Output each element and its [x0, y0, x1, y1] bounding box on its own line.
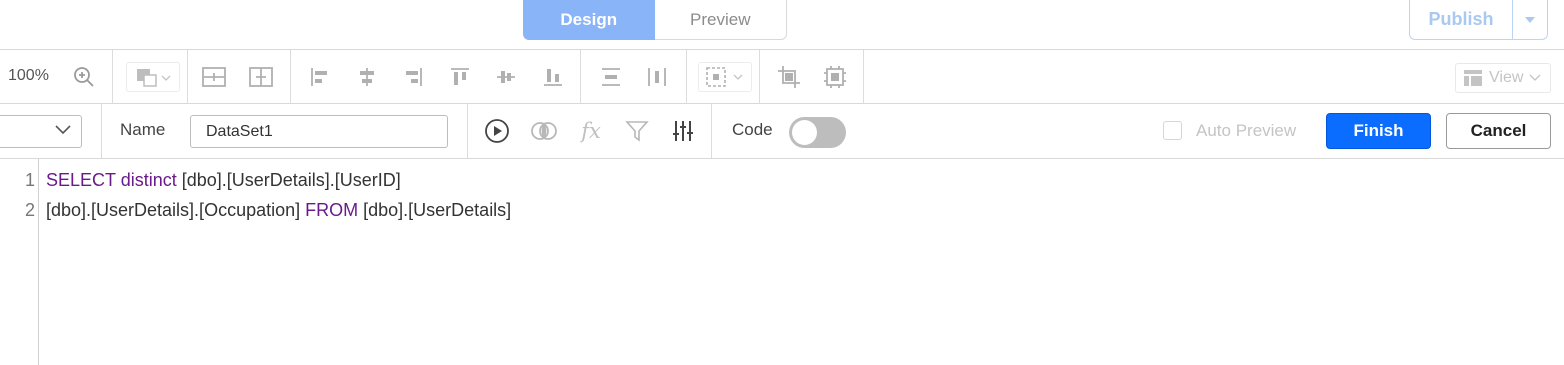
name-label: Name — [120, 120, 166, 139]
mode-tabs: Design Preview — [523, 0, 787, 40]
align-left-icon[interactable] — [307, 64, 333, 90]
align-right-icon[interactable] — [400, 64, 426, 90]
tab-preview[interactable]: Preview — [654, 0, 787, 40]
merge-vertical-icon[interactable] — [201, 64, 227, 90]
sql-text: [dbo].[UserDetails].[Occupation] — [46, 200, 306, 220]
dataset-name-input[interactable] — [190, 115, 448, 148]
zoom-level: 100% — [8, 67, 49, 84]
publish-dropdown-button[interactable] — [1513, 0, 1547, 39]
auto-preview-label: Auto Preview — [1196, 121, 1297, 140]
parameters-icon[interactable] — [670, 118, 696, 144]
view-label: View — [1489, 69, 1524, 86]
selection-dropdown[interactable] — [698, 62, 752, 92]
fill-color-dropdown[interactable] — [126, 62, 180, 92]
view-dropdown[interactable]: View — [1455, 63, 1551, 93]
tab-design[interactable]: Design — [523, 0, 655, 40]
distribute-vertical-icon[interactable] — [598, 64, 624, 90]
sql-text: [dbo].[UserDetails] — [358, 200, 512, 220]
align-middle-icon[interactable] — [493, 64, 519, 90]
line-number: 1 — [24, 170, 35, 190]
line-number: 2 — [24, 200, 35, 220]
merge-horizontal-icon[interactable] — [248, 64, 274, 90]
code-line-2[interactable]: [dbo].[UserDetails].[Occupation] FROM [d… — [46, 200, 511, 221]
code-toggle[interactable] — [789, 117, 846, 148]
join-icon[interactable] — [529, 118, 559, 144]
chevron-down-icon — [1529, 74, 1541, 81]
fit-to-frame-icon[interactable] — [822, 64, 848, 90]
align-bottom-icon[interactable] — [540, 64, 566, 90]
filter-icon[interactable] — [624, 118, 650, 144]
align-center-icon[interactable] — [354, 64, 380, 90]
layout-icon — [1464, 70, 1482, 86]
datasource-select[interactable] — [0, 115, 82, 148]
crop-icon[interactable] — [776, 64, 802, 90]
toggle-knob — [792, 120, 817, 145]
align-top-icon[interactable] — [447, 64, 473, 90]
auto-preview-checkbox[interactable] — [1163, 121, 1182, 140]
caret-down-icon — [1525, 16, 1535, 23]
sql-text: [dbo].[UserDetails].[UserID] — [176, 170, 401, 190]
designer-toolbar: 100% View — [0, 49, 1564, 104]
distribute-horizontal-icon[interactable] — [644, 64, 670, 90]
chevron-down-icon — [55, 125, 71, 135]
editor-gutter-divider — [38, 159, 39, 365]
sql-keyword: FROM — [305, 200, 359, 220]
finish-button[interactable]: Finish — [1326, 113, 1431, 149]
function-icon[interactable]: fx — [578, 118, 604, 144]
cancel-button[interactable]: Cancel — [1446, 113, 1551, 149]
code-line-1[interactable]: SELECT distinct [dbo].[UserDetails].[Use… — [46, 170, 401, 191]
publish-button-group: Publish — [1409, 0, 1548, 40]
publish-button[interactable]: Publish — [1410, 0, 1513, 39]
fill-color-icon — [137, 69, 171, 87]
sql-keyword: SELECT distinct — [46, 170, 177, 190]
run-query-icon[interactable] — [484, 118, 510, 144]
select-area-icon — [706, 67, 743, 87]
code-label: Code — [732, 120, 773, 139]
zoom-in-icon[interactable] — [71, 64, 97, 90]
